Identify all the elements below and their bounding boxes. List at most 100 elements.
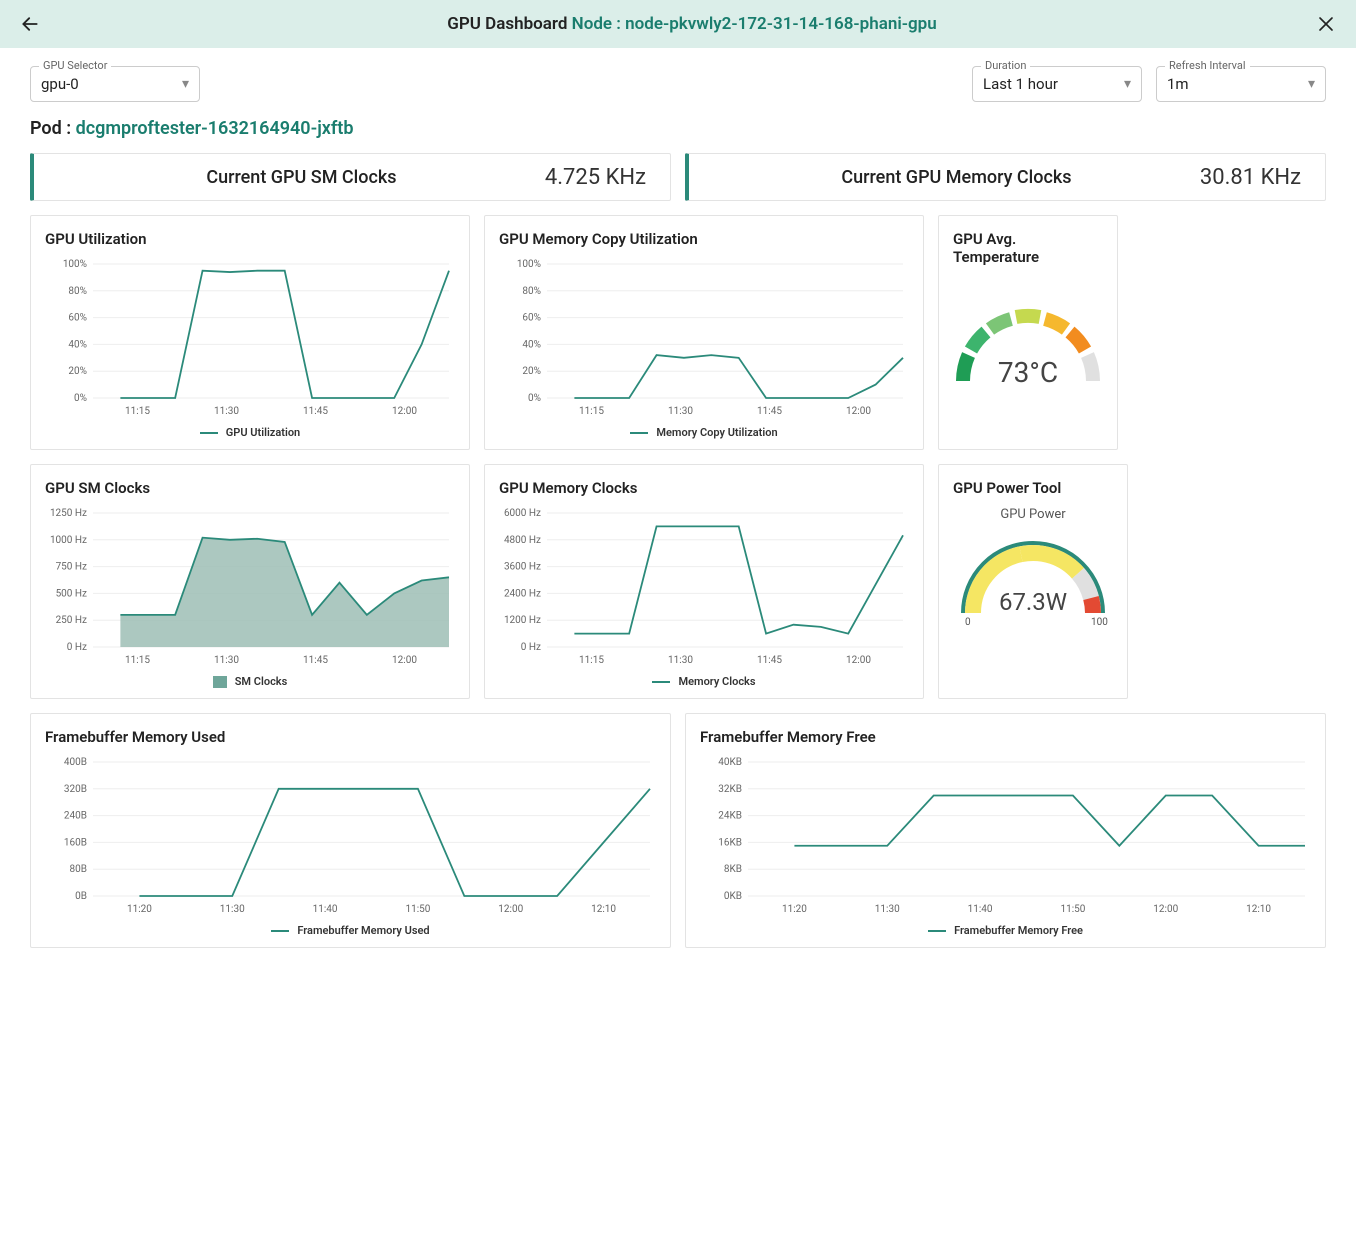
- chart-fb-free: 0KB8KB16KB24KB32KB40KB11:2011:3011:4011:…: [700, 756, 1311, 916]
- pod-name[interactable]: dcgmproftester-1632164940-jxftb: [76, 118, 354, 139]
- svg-text:32KB: 32KB: [718, 784, 742, 795]
- stat-title: Current GPU Memory Clocks: [713, 167, 1200, 188]
- close-icon: [1317, 15, 1335, 33]
- refresh-selector-value: 1m: [1167, 75, 1189, 93]
- legend-swatch: [271, 930, 289, 932]
- close-button[interactable]: [1312, 10, 1340, 38]
- duration-selector-label: Duration: [981, 59, 1030, 72]
- gpu-selector[interactable]: GPU Selector gpu-0 ▾: [30, 66, 200, 102]
- svg-text:1250 Hz: 1250 Hz: [50, 508, 87, 519]
- legend-swatch: [213, 676, 227, 688]
- svg-text:60%: 60%: [68, 313, 87, 324]
- svg-text:11:20: 11:20: [127, 904, 152, 915]
- chart-row-1: GPU Utilization 0% 20% 40% 60% 80% 100% 11:15 1…: [0, 215, 1356, 464]
- legend-swatch: [200, 432, 218, 434]
- svg-text:11:40: 11:40: [968, 904, 993, 915]
- legend-label: Framebuffer Memory Free: [954, 924, 1083, 937]
- svg-text:40KB: 40KB: [718, 757, 742, 768]
- svg-text:20%: 20%: [522, 366, 541, 377]
- svg-text:750 Hz: 750 Hz: [56, 562, 87, 573]
- svg-text:100%: 100%: [517, 259, 541, 270]
- chart-legend: Framebuffer Memory Free: [700, 924, 1311, 937]
- gpu-selector-value: gpu-0: [41, 75, 79, 93]
- svg-text:40%: 40%: [522, 339, 541, 350]
- svg-text:11:30: 11:30: [220, 904, 245, 915]
- svg-text:60%: 60%: [522, 313, 541, 324]
- card-gpu-utilization: GPU Utilization 0%20%40%60%80%100%11:151…: [30, 215, 470, 450]
- title-prefix: GPU Dashboard: [447, 14, 567, 34]
- chevron-down-icon: ▾: [182, 76, 189, 92]
- gauge-max: 100: [1091, 617, 1108, 628]
- legend-label: Framebuffer Memory Used: [297, 924, 429, 937]
- stat-value: 4.725 KHz: [545, 165, 646, 190]
- svg-text:1200 Hz: 1200 Hz: [504, 615, 541, 626]
- refresh-selector[interactable]: Refresh Interval 1m ▾: [1156, 66, 1326, 102]
- svg-text:11:30: 11:30: [214, 406, 239, 417]
- svg-text:80%: 80%: [522, 286, 541, 297]
- chart-memory-copy-util: 0%20%40%60%80%100%11:1511:3011:4512:00: [499, 258, 909, 418]
- pod-line: Pod : dcgmproftester-1632164940-jxftb: [0, 110, 1356, 153]
- card-title: GPU Avg. Temperature: [953, 230, 1103, 266]
- chart-title: GPU Memory Copy Utilization: [499, 230, 909, 248]
- legend-label: Memory Copy Utilization: [656, 426, 777, 439]
- svg-text:24KB: 24KB: [718, 811, 742, 822]
- svg-text:0KB: 0KB: [724, 891, 742, 902]
- svg-text:20%: 20%: [68, 366, 87, 377]
- svg-text:11:30: 11:30: [668, 655, 693, 666]
- svg-text:11:50: 11:50: [405, 904, 430, 915]
- legend-label: SM Clocks: [235, 675, 288, 688]
- chart-fb-used: 0B80B160B240B320B400B11:2011:3011:4011:5…: [45, 756, 656, 916]
- legend-swatch: [928, 930, 946, 932]
- svg-text:0 Hz: 0 Hz: [521, 642, 541, 653]
- svg-text:12:10: 12:10: [1246, 904, 1271, 915]
- svg-text:12:00: 12:00: [392, 655, 417, 666]
- chart-title: GPU SM Clocks: [45, 479, 455, 497]
- card-mem-clocks: GPU Memory Clocks 0 Hz1200 Hz2400 Hz3600…: [484, 464, 924, 699]
- svg-text:250 Hz: 250 Hz: [56, 615, 87, 626]
- chart-legend: Memory Copy Utilization: [499, 426, 909, 439]
- svg-text:12:00: 12:00: [1153, 904, 1178, 915]
- chart-row-3: Framebuffer Memory Used 0B80B160B240B320…: [0, 713, 1356, 962]
- svg-text:11:15: 11:15: [579, 406, 604, 417]
- svg-text:500 Hz: 500 Hz: [56, 588, 87, 599]
- svg-text:12:00: 12:00: [392, 406, 417, 417]
- chart-legend: Framebuffer Memory Used: [45, 924, 656, 937]
- svg-text:0%: 0%: [74, 393, 87, 404]
- stat-title: Current GPU SM Clocks: [58, 167, 545, 188]
- svg-text:16KB: 16KB: [718, 837, 742, 848]
- svg-text:12:00: 12:00: [498, 904, 523, 915]
- svg-text:3600 Hz: 3600 Hz: [504, 562, 541, 573]
- card-temperature: GPU Avg. Temperature 73°C: [938, 215, 1118, 450]
- svg-text:6000 Hz: 6000 Hz: [504, 508, 541, 519]
- svg-text:11:20: 11:20: [782, 904, 807, 915]
- legend-swatch: [652, 681, 670, 683]
- svg-text:80B: 80B: [70, 864, 87, 875]
- svg-text:80%: 80%: [68, 286, 87, 297]
- svg-text:11:30: 11:30: [668, 406, 693, 417]
- svg-text:11:45: 11:45: [303, 406, 328, 417]
- arrow-left-icon: [20, 14, 40, 34]
- chart-title: Framebuffer Memory Used: [45, 728, 656, 746]
- duration-selector-value: Last 1 hour: [983, 75, 1058, 93]
- svg-text:2400 Hz: 2400 Hz: [504, 588, 541, 599]
- duration-selector[interactable]: Duration Last 1 hour ▾: [972, 66, 1142, 102]
- chart-mem-clocks: 0 Hz1200 Hz2400 Hz3600 Hz4800 Hz6000 Hz1…: [499, 507, 909, 667]
- svg-text:12:10: 12:10: [591, 904, 616, 915]
- svg-text:400B: 400B: [64, 757, 87, 768]
- chevron-down-icon: ▾: [1308, 76, 1315, 92]
- chevron-down-icon: ▾: [1124, 76, 1131, 92]
- svg-text:12:00: 12:00: [846, 406, 871, 417]
- svg-text:100%: 100%: [63, 259, 87, 270]
- node-name: node-pkvwly2-172-31-14-168-phani-gpu: [625, 14, 937, 34]
- card-memory-copy-util: GPU Memory Copy Utilization 0%20%40%60%8…: [484, 215, 924, 450]
- svg-text:0B: 0B: [75, 891, 87, 902]
- svg-text:12:00: 12:00: [846, 655, 871, 666]
- page-title: GPU Dashboard Node : node-pkvwly2-172-31…: [44, 14, 1340, 34]
- legend-swatch: [630, 432, 648, 434]
- topbar: GPU Dashboard Node : node-pkvwly2-172-31…: [0, 0, 1356, 48]
- chart-legend: GPU Utilization: [45, 426, 455, 439]
- svg-text:0 Hz: 0 Hz: [67, 642, 87, 653]
- chart-gpu-utilization: 0%20%40%60%80%100%11:1511:3011:4512:00: [45, 258, 455, 418]
- back-button[interactable]: [16, 10, 44, 38]
- svg-text:40%: 40%: [68, 339, 87, 350]
